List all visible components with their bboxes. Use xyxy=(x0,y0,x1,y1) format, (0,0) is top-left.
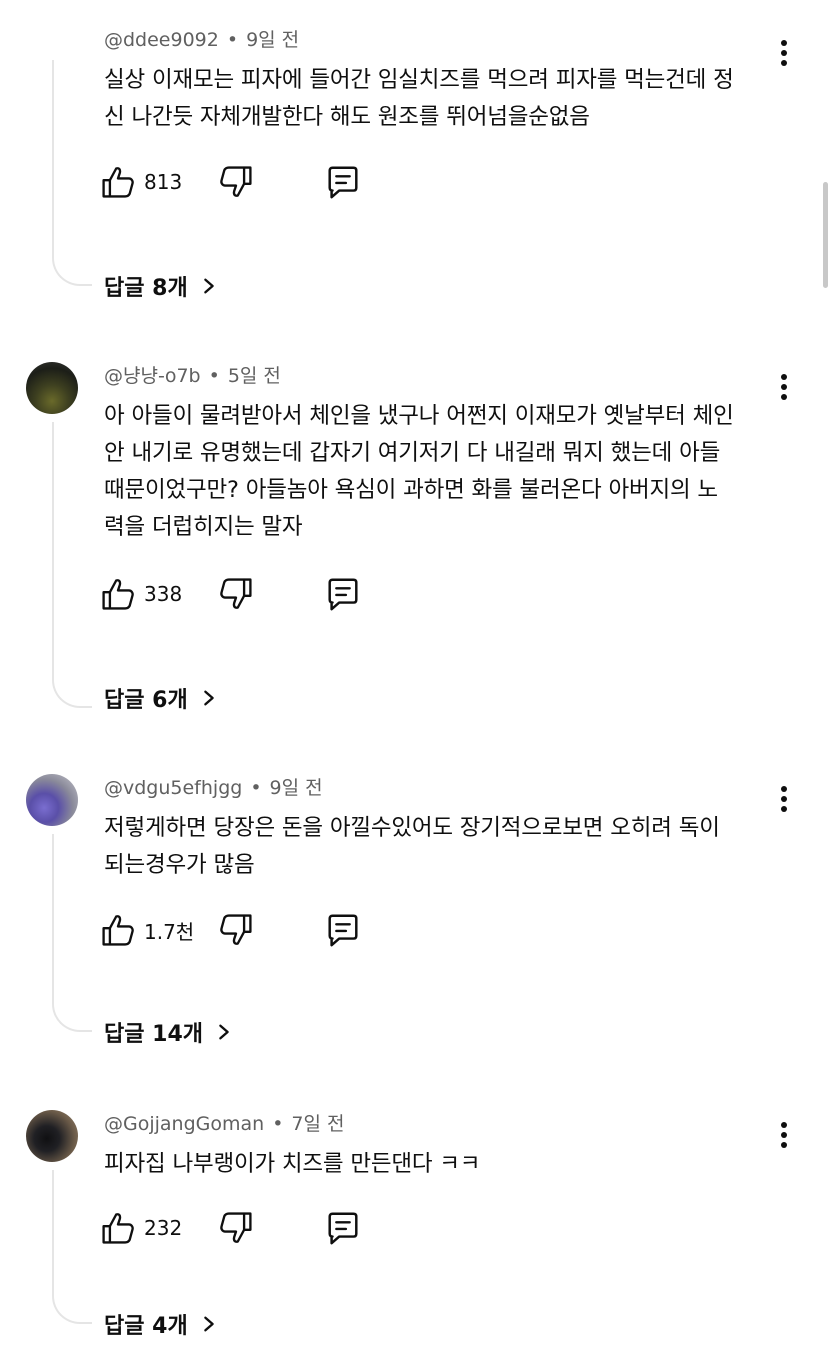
comment-author[interactable]: @냥냥-o7b xyxy=(104,365,201,387)
thumbs-up-icon xyxy=(100,164,136,200)
like-button[interactable]: 813 xyxy=(100,162,182,202)
chevron-right-icon xyxy=(215,1023,233,1041)
comment-meta: @GojjangGoman • 7일 전 xyxy=(104,1110,345,1138)
comment-icon xyxy=(324,1209,362,1247)
separator-dot: • xyxy=(272,1113,284,1135)
avatar[interactable] xyxy=(26,774,78,826)
thread-line xyxy=(52,60,92,286)
view-replies-button[interactable]: 답글 14개 xyxy=(104,1016,233,1048)
reply-button[interactable] xyxy=(324,1208,362,1248)
like-button[interactable]: 338 xyxy=(100,574,182,614)
comment-icon xyxy=(324,575,362,613)
like-count: 338 xyxy=(144,582,183,606)
like-count: 1.7천 xyxy=(144,919,195,944)
like-button[interactable]: 232 xyxy=(100,1208,182,1248)
avatar[interactable] xyxy=(26,1110,78,1162)
comment-author[interactable]: @ddee9092 xyxy=(104,29,219,51)
thread-line xyxy=(52,422,92,708)
dislike-button[interactable] xyxy=(218,1208,254,1248)
like-button[interactable]: 1.7천 xyxy=(100,910,194,950)
comment-text-line: 피자집 나부랭이가 치즈를 만든댄다 ㅋㅋ xyxy=(104,1151,481,1177)
reply-button[interactable] xyxy=(324,574,362,614)
separator-dot: • xyxy=(250,777,262,799)
thumbs-up-icon xyxy=(100,576,136,612)
thread-line xyxy=(52,834,92,1032)
thumbs-down-icon xyxy=(218,576,254,612)
comment-text-line: 되는경우가 많음 xyxy=(104,852,255,878)
chevron-right-icon xyxy=(200,689,218,707)
comment-actions: 338 xyxy=(100,574,400,614)
reply-button[interactable] xyxy=(324,162,362,202)
comment-meta: @ddee9092 • 9일 전 xyxy=(104,26,299,54)
replies-label: 답글 6개 xyxy=(104,688,188,713)
chevron-right-icon xyxy=(200,1315,218,1333)
comment-author[interactable]: @vdgu5efhjgg xyxy=(104,777,242,799)
comment-actions: 1.7천 xyxy=(100,910,400,950)
comment-icon xyxy=(324,163,362,201)
view-replies-button[interactable]: 답글 6개 xyxy=(104,682,218,714)
comment-actions: 813 xyxy=(100,162,400,202)
scrollbar[interactable] xyxy=(823,182,828,288)
dislike-button[interactable] xyxy=(218,910,254,950)
comment-text: 아 아들이 물려받아서 체인을 냈구나 어쩐지 이재모가 옛날부터 체인 안 내… xyxy=(104,398,784,546)
thumbs-up-icon xyxy=(100,912,136,948)
separator-dot: • xyxy=(208,365,220,387)
replies-label: 답글 14개 xyxy=(104,1022,203,1047)
thread-line xyxy=(52,1170,92,1324)
thumbs-down-icon xyxy=(218,912,254,948)
comment-icon xyxy=(324,911,362,949)
replies-label: 답글 8개 xyxy=(104,276,188,301)
comment-time[interactable]: 5일 전 xyxy=(228,365,281,387)
comment-text-line: 신 나간듯 자체개발한다 해도 원조를 뛰어넘을순없음 xyxy=(104,104,590,130)
comment-text-line: 때문이었구만? 아들놈아 욕심이 과하면 화를 불러온다 아버지의 노 xyxy=(104,477,718,503)
comment-text: 피자집 나부랭이가 치즈를 만든댄다 ㅋㅋ xyxy=(104,1146,784,1183)
chevron-right-icon xyxy=(200,277,218,295)
comment-text-line: 저렇게하면 당장은 돈을 아낄수있어도 장기적으로보면 오히려 독이 xyxy=(104,815,720,841)
like-count: 813 xyxy=(144,170,183,194)
comment-time[interactable]: 9일 전 xyxy=(246,29,299,51)
like-count: 232 xyxy=(144,1216,183,1240)
avatar[interactable] xyxy=(26,362,78,414)
comment-text: 저렇게하면 당장은 돈을 아낄수있어도 장기적으로보면 오히려 독이 되는경우가… xyxy=(104,810,784,884)
thumbs-down-icon xyxy=(218,164,254,200)
dislike-button[interactable] xyxy=(218,574,254,614)
view-replies-button[interactable]: 답글 8개 xyxy=(104,270,218,302)
comment-author[interactable]: @GojjangGoman xyxy=(104,1113,264,1135)
reply-button[interactable] xyxy=(324,910,362,950)
view-replies-button[interactable]: 답글 4개 xyxy=(104,1308,218,1340)
comment-time[interactable]: 9일 전 xyxy=(270,777,323,799)
comment-meta: @냥냥-o7b • 5일 전 xyxy=(104,362,281,390)
comment-text: 실상 이재모는 피자에 들어간 임실치즈를 먹으려 피자를 먹는건데 정 신 나… xyxy=(104,62,784,136)
comment-meta: @vdgu5efhjgg • 9일 전 xyxy=(104,774,323,802)
comment-text-line: 력을 더럽히지는 말자 xyxy=(104,514,303,540)
comment-time[interactable]: 7일 전 xyxy=(291,1113,344,1135)
comment-actions: 232 xyxy=(100,1208,400,1248)
comment-text-line: 실상 이재모는 피자에 들어간 임실치즈를 먹으려 피자를 먹는건데 정 xyxy=(104,67,734,93)
thumbs-up-icon xyxy=(100,1210,136,1246)
thumbs-down-icon xyxy=(218,1210,254,1246)
comment-text-line: 아 아들이 물려받아서 체인을 냈구나 어쩐지 이재모가 옛날부터 체인 xyxy=(104,403,734,429)
dislike-button[interactable] xyxy=(218,162,254,202)
separator-dot: • xyxy=(226,29,239,51)
comment-text-line: 안 내기로 유명했는데 갑자기 여기저기 다 내길래 뭐지 했는데 아들 xyxy=(104,440,721,466)
replies-label: 답글 4개 xyxy=(104,1314,188,1339)
